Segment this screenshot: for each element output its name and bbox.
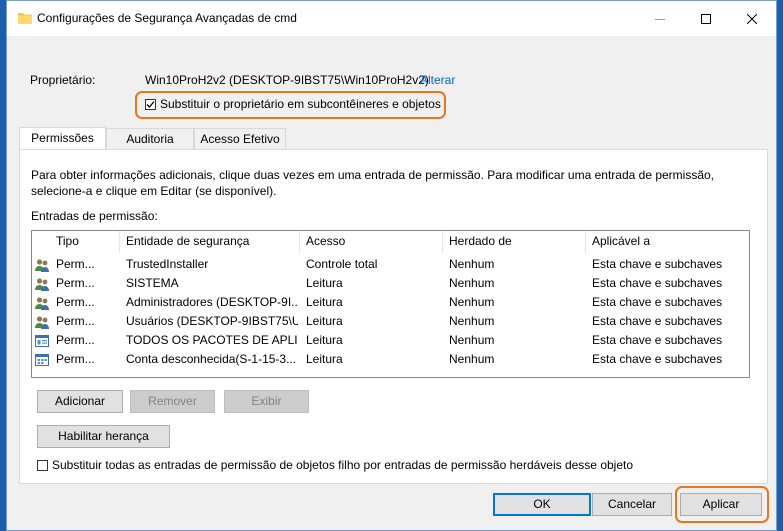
tab-effective-access[interactable]: Acesso Efetivo bbox=[194, 128, 286, 149]
cell-inherited: Nenhum bbox=[449, 314, 495, 328]
cell-type: Perm... bbox=[56, 295, 95, 309]
cell-principal: SISTEMA bbox=[126, 276, 179, 290]
cell-type: Perm... bbox=[56, 257, 95, 271]
cell-applies: Esta chave e subchaves bbox=[592, 276, 723, 290]
table-row[interactable]: Perm... TODOS OS PACOTES DE APLIC... Lei… bbox=[32, 331, 749, 350]
view-button[interactable]: Exibir bbox=[224, 390, 309, 413]
tab-auditing[interactable]: Auditoria bbox=[106, 128, 194, 149]
folder-icon bbox=[18, 13, 32, 24]
owner-label: Proprietário: bbox=[30, 73, 96, 87]
cancel-button[interactable]: Cancelar bbox=[592, 493, 672, 516]
table-row[interactable]: Perm... Conta desconhecida(S-1-15-3... L… bbox=[32, 350, 749, 369]
cell-inherited: Nenhum bbox=[449, 257, 495, 271]
close-button[interactable] bbox=[729, 1, 775, 36]
apply-button[interactable]: Aplicar bbox=[680, 493, 762, 516]
permission-entries-table[interactable]: Tipo Entidade de segurança Acesso Herdad… bbox=[31, 230, 750, 378]
cell-access: Leitura bbox=[306, 295, 343, 309]
replace-child-permissions-checkbox[interactable] bbox=[37, 460, 48, 471]
users-icon bbox=[35, 259, 49, 272]
cell-type: Perm... bbox=[56, 352, 95, 366]
cell-inherited: Nenhum bbox=[449, 333, 495, 347]
cell-type: Perm... bbox=[56, 314, 95, 328]
ok-button[interactable]: OK bbox=[493, 493, 591, 516]
cell-principal: TODOS OS PACOTES DE APLIC... bbox=[126, 333, 298, 347]
cell-type: Perm... bbox=[56, 333, 95, 347]
tab-permissions[interactable]: Permissões bbox=[19, 127, 106, 150]
replace-child-permissions-label[interactable]: Substituir todas as entradas de permissã… bbox=[52, 458, 633, 472]
advanced-security-dialog: Configurações de Segurança Avançadas de … bbox=[6, 0, 777, 531]
cell-access: Leitura bbox=[306, 333, 343, 347]
cell-applies: Esta chave e subchaves bbox=[592, 352, 723, 366]
cell-principal: Administradores (DESKTOP-9I... bbox=[126, 295, 298, 309]
owner-value: Win10ProH2v2 (DESKTOP-9IBST75\Win10ProH2… bbox=[145, 73, 429, 87]
remove-button[interactable]: Remover bbox=[130, 390, 215, 413]
window-title: Configurações de Segurança Avançadas de … bbox=[37, 11, 297, 25]
checkmark-icon bbox=[146, 101, 155, 108]
table-row[interactable]: Perm... Usuários (DESKTOP-9IBST75\U... L… bbox=[32, 312, 749, 331]
replace-owner-label[interactable]: Substituir o proprietário em subcontêine… bbox=[160, 97, 441, 111]
users-icon bbox=[35, 316, 49, 329]
users-icon bbox=[35, 297, 49, 310]
cell-access: Controle total bbox=[306, 257, 378, 271]
cell-access: Leitura bbox=[306, 276, 343, 290]
minimize-button[interactable] bbox=[637, 1, 683, 36]
cell-principal: Conta desconhecida(S-1-15-3... bbox=[126, 352, 297, 366]
table-row[interactable]: Perm... SISTEMA Leitura Nenhum Esta chav… bbox=[32, 274, 749, 293]
column-header-access[interactable]: Acesso bbox=[300, 231, 443, 253]
table-row[interactable]: Perm... Administradores (DESKTOP-9I... L… bbox=[32, 293, 749, 312]
cell-inherited: Nenhum bbox=[449, 295, 495, 309]
close-icon bbox=[747, 13, 757, 24]
column-header-inherited[interactable]: Herdado de bbox=[443, 231, 586, 253]
title-bar: Configurações de Segurança Avançadas de … bbox=[7, 1, 776, 36]
cell-principal: TrustedInstaller bbox=[126, 257, 209, 271]
enable-inheritance-button[interactable]: Habilitar herança bbox=[37, 425, 170, 448]
cell-inherited: Nenhum bbox=[449, 276, 495, 290]
entries-label: Entradas de permissão: bbox=[31, 209, 158, 223]
add-button[interactable]: Adicionar bbox=[37, 390, 123, 413]
cell-applies: Esta chave e subchaves bbox=[592, 295, 723, 309]
table-row[interactable]: Perm... TrustedInstaller Controle total … bbox=[32, 255, 749, 274]
app-package-icon bbox=[35, 335, 49, 347]
cell-applies: Esta chave e subchaves bbox=[592, 314, 723, 328]
column-header-principal[interactable]: Entidade de segurança bbox=[120, 231, 300, 253]
replace-owner-checkbox[interactable] bbox=[145, 99, 156, 110]
cell-type: Perm... bbox=[56, 276, 95, 290]
cell-access: Leitura bbox=[306, 314, 343, 328]
maximize-button[interactable] bbox=[683, 1, 729, 36]
users-icon bbox=[35, 278, 49, 291]
info-text: Para obter informações adicionais, cliqu… bbox=[31, 168, 715, 198]
column-header-applies[interactable]: Aplicável a bbox=[586, 231, 749, 253]
minimize-icon bbox=[655, 18, 665, 20]
cell-applies: Esta chave e subchaves bbox=[592, 257, 723, 271]
cell-inherited: Nenhum bbox=[449, 352, 495, 366]
cell-principal: Usuários (DESKTOP-9IBST75\U... bbox=[126, 314, 298, 328]
maximize-icon bbox=[701, 13, 711, 24]
column-header-type[interactable]: Tipo bbox=[50, 231, 120, 253]
table-header: Tipo Entidade de segurança Acesso Herdad… bbox=[32, 231, 749, 253]
permissions-panel: Para obter informações adicionais, cliqu… bbox=[19, 149, 768, 484]
change-owner-link[interactable]: Alterar bbox=[420, 73, 455, 87]
cell-access: Leitura bbox=[306, 352, 343, 366]
unknown-account-icon bbox=[35, 354, 49, 366]
cell-applies: Esta chave e subchaves bbox=[592, 333, 723, 347]
